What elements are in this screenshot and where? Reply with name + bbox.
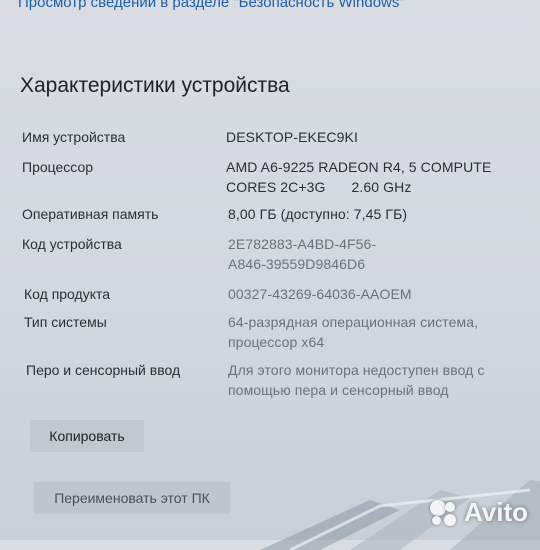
rename-pc-button[interactable]: Переименовать этот ПК — [34, 482, 230, 514]
spec-label: Код продукта — [24, 286, 111, 302]
avito-logo-text: Avito — [463, 497, 528, 527]
spec-label: Код устройства — [22, 236, 122, 252]
spec-value: DESKTOP-EKEC9KI — [226, 129, 358, 145]
spec-label: Имя устройства — [22, 129, 126, 145]
processor-frequency: 2.60 GHz — [351, 179, 412, 195]
security-link[interactable]: Просмотр сведений в разделе "Безопасност… — [18, 0, 458, 14]
security-link-text: Просмотр сведений в разделе "Безопасност… — [18, 0, 405, 11]
processor-cores: CORES 2C+3G — [226, 179, 326, 195]
spec-label: Процессор — [22, 159, 94, 175]
spec-value-line2: помощью пера и сенсорный ввод — [228, 382, 449, 398]
spec-value-line2: CORES 2C+3G 2.60 GHz — [226, 176, 411, 198]
copy-button[interactable]: Копировать — [30, 420, 144, 452]
spec-value-line1: 2E782883-A4BD-4F56- — [228, 236, 377, 252]
spec-label: Тип системы — [24, 314, 107, 330]
spec-value-line1: 64-разрядная операционная система, — [228, 314, 479, 330]
spec-value: 8,00 ГБ (доступно: 7,45 ГБ) — [228, 206, 408, 222]
avito-watermark: Avito — [428, 497, 528, 528]
spec-value-line2: процессор x64 — [228, 334, 325, 350]
avito-logo-icon — [428, 498, 458, 528]
page-title: Характеристики устройства — [20, 74, 290, 97]
spec-value: 00327-43269-64036-AAOEM — [228, 286, 412, 302]
spec-label: Перо и сенсорный ввод — [26, 362, 181, 378]
spec-label: Оперативная память — [22, 206, 159, 222]
spec-value-line2: A846-39559D9846D6 — [228, 256, 366, 272]
spec-value-line1: AMD A6-9225 RADEON R4, 5 COMPUTE — [226, 159, 492, 175]
spec-value-line1: Для этого монитора недоступен ввод с — [228, 362, 485, 378]
